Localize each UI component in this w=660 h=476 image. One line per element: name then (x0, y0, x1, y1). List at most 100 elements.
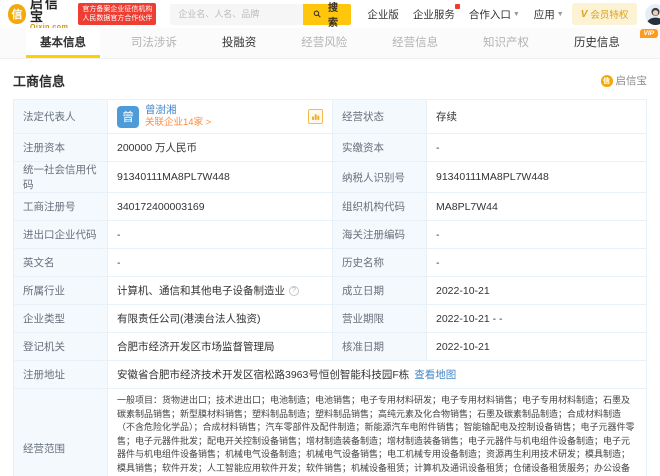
official-cert-badge: 官方备案企业征信机构 人民数据官方合作伙伴 (78, 3, 157, 25)
top-nav: 企业版 企业服务 合作入口 ▼ 应用 ▼ (367, 3, 564, 22)
search-button[interactable]: 搜索 (303, 3, 352, 29)
table-row: 工商注册号 340172400003169 组织机构代码 MA8PL7W44 (14, 193, 647, 221)
nav-partners[interactable]: 合作入口 ▼ (469, 7, 520, 22)
vip-corner-badge: VIP (639, 29, 658, 38)
search-bar: 搜索 (170, 3, 352, 29)
nav-enterprise-label: 企业版 (367, 8, 399, 21)
row-label: 注册资本 (14, 134, 108, 162)
nav-apps[interactable]: 应用 ▼ (534, 7, 564, 22)
row-label: 纳税人识别号 (333, 162, 427, 193)
table-row: 所属行业 计算机、通信和其他电子设备制造业 ? 成立日期 2022-10-21 (14, 277, 647, 305)
table-row: 注册资本 200000 万人民币 实缴资本 - (14, 134, 647, 162)
top-header: 信 启信宝 Qixin.com 官方备案企业征信机构 人民数据官方合作伙伴 搜索… (0, 0, 660, 31)
row-label: 核准日期 (333, 333, 427, 361)
row-label: 工商注册号 (14, 193, 108, 221)
row-value: MA8PL7W44 (427, 193, 647, 221)
vip-button-label: 会员特权 (590, 10, 629, 21)
table-row: 注册地址 安徽省合肥市经济技术开发区宿松路3963号恒创智能科技园F栋 查看地图 (14, 361, 647, 389)
row-label: 营业期限 (333, 305, 427, 333)
status-value: 存续 (427, 100, 647, 134)
qixin-logo[interactable]: 信 启信宝 Qixin.com (8, 0, 70, 31)
section-title: 工商信息 (13, 74, 66, 89)
row-label: 组织机构代码 (333, 193, 427, 221)
tab-basic-info[interactable]: 基本信息 (26, 28, 100, 58)
user-avatar[interactable] (645, 3, 660, 25)
row-label: 英文名 (14, 249, 108, 277)
tab-investment-financing[interactable]: 投融资 (208, 28, 271, 58)
notification-dot (454, 3, 460, 9)
tab-judicial-litigation[interactable]: 司法涉诉 (117, 28, 191, 58)
row-label: 海关注册编码 (333, 221, 427, 249)
row-value: 计算机、通信和其他电子设备制造业 (117, 285, 285, 297)
row-value: 合肥市经济开发区市场监督管理局 (108, 333, 333, 361)
row-label: 进出口企业代码 (14, 221, 108, 249)
table-row: 企业类型 有限责任公司(港澳台法人独资) 营业期限 2022-10-21 - - (14, 305, 647, 333)
row-value: 有限责任公司(港澳台法人独资) (108, 305, 333, 333)
vip-v-icon: V (580, 8, 588, 20)
address-value: 安徽省合肥市经济技术开发区宿松路3963号恒创智能科技园F栋 (117, 369, 410, 381)
search-icon (314, 10, 321, 18)
row-value: - (427, 134, 647, 162)
qixin-logo-icon: 信 (8, 4, 26, 24)
tab-intellectual-property[interactable]: 知识产权 (469, 28, 543, 58)
row-value: - (108, 249, 333, 277)
view-map-link[interactable]: 查看地图 (414, 367, 456, 382)
row-value: 91340111MA8PL7W448 (427, 162, 647, 193)
tab-history-info[interactable]: 历史信息 (560, 28, 634, 58)
chevron-down-icon: ▼ (556, 10, 564, 18)
nav-apps-label: 应用 (533, 8, 555, 21)
row-label: 实缴资本 (333, 134, 427, 162)
row-value: - (427, 221, 647, 249)
table-row: 英文名 - 历史名称 - (14, 249, 647, 277)
row-label: 历史名称 (333, 249, 427, 277)
legal-rep-avatar[interactable]: 曾 (117, 105, 139, 128)
industry-value: 计算机、通信和其他电子设备制造业 ? (108, 277, 333, 305)
tab-operating-info[interactable]: 经营信息 (378, 28, 452, 58)
qixin-watermark-icon: 信 (600, 74, 613, 87)
row-label: 企业类型 (14, 305, 108, 333)
cert-line1: 官方备案企业征信机构 (82, 6, 153, 13)
row-value: 340172400003169 (108, 193, 333, 221)
brand-name: 启信宝 (29, 0, 60, 24)
row-value: 200000 万人民币 (108, 134, 333, 162)
row-value: 2022-10-21 (427, 277, 647, 305)
address-label: 注册地址 (14, 361, 108, 389)
search-button-label: 搜索 (328, 3, 338, 29)
qixin-watermark-label: 启信宝 (615, 75, 648, 87)
business-registration-table: 法定代表人 曾 曾澍湘 关联企业14家 > 经营状态 存续 注册资本 20000… (13, 99, 647, 476)
table-row: 统一社会信用代码 91340111MA8PL7W448 纳税人识别号 91340… (14, 162, 647, 193)
legal-rep-cell: 曾 曾澍湘 关联企业14家 > (108, 100, 333, 134)
legal-rep-name-link[interactable]: 曾澍湘 (145, 104, 211, 117)
row-value: - (108, 221, 333, 249)
nav-partners-label: 合作入口 (468, 8, 511, 21)
row-label: 登记机关 (14, 333, 108, 361)
chevron-down-icon: ▼ (512, 10, 520, 18)
row-label: 成立日期 (333, 277, 427, 305)
vip-privileges-button[interactable]: V 会员特权 (571, 3, 638, 25)
equity-chart-icon[interactable] (308, 109, 323, 124)
tab-operating-risk[interactable]: 经营风险 (287, 28, 361, 58)
row-value: 2022-10-21 (427, 333, 647, 361)
main-content: 工商信息 信 启信宝 法定代表人 曾 曾澍湘 关联企业14家 > 经营状态 存续… (0, 59, 660, 476)
info-icon[interactable]: ? (289, 285, 299, 296)
row-value: - (427, 249, 647, 277)
scope-label: 经营范围 (14, 389, 108, 476)
address-cell: 安徽省合肥市经济技术开发区宿松路3963号恒创智能科技园F栋 查看地图 (108, 361, 647, 389)
nav-enterprise-edition[interactable]: 企业版 (367, 7, 399, 22)
nav-enterprise-services[interactable]: 企业服务 (412, 3, 460, 22)
cert-line2: 人民数据官方合作伙伴 (82, 15, 153, 22)
search-input[interactable] (170, 3, 304, 25)
legal-rep-label: 法定代表人 (14, 100, 108, 134)
nav-services-label: 企业服务 (412, 8, 455, 21)
row-value: 2022-10-21 - - (427, 305, 647, 333)
qixin-watermark: 信 启信宝 (600, 73, 648, 88)
table-row: 进出口企业代码 - 海关注册编码 - (14, 221, 647, 249)
row-label: 统一社会信用代码 (14, 162, 108, 193)
related-companies-link[interactable]: 关联企业14家 > (145, 117, 211, 129)
row-value: 91340111MA8PL7W448 (108, 162, 333, 193)
section-tab-bar: 基本信息 司法涉诉 投融资 经营风险 经营信息 知识产权 历史信息 VIP (0, 28, 660, 59)
status-label: 经营状态 (333, 100, 427, 134)
table-row: 登记机关 合肥市经济开发区市场监督管理局 核准日期 2022-10-21 (14, 333, 647, 361)
row-label: 所属行业 (14, 277, 108, 305)
avatar-person-icon (645, 3, 660, 25)
